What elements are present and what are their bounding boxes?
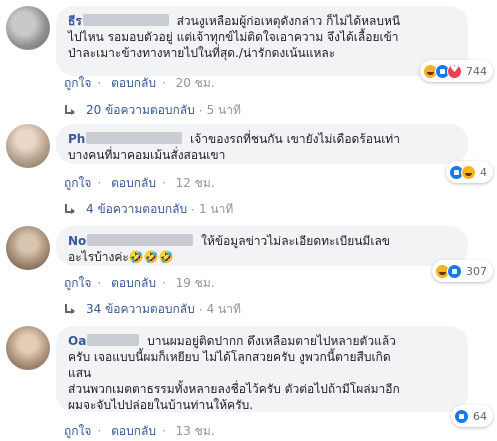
blurred-name [82,14,169,26]
like-reaction-icon [454,408,469,424]
replies-time: 4 นาที [206,302,241,316]
reaction-summary[interactable]: 744 [420,60,493,82]
comment-time[interactable]: 13 ชม. [176,424,215,438]
replies-count[interactable]: 20 ข้อความตอบกลับ [86,101,195,120]
view-replies-link[interactable]: 20 ข้อความตอบกลับ · 5 นาที [64,101,241,120]
comment-text-line: ให้ข้อมูลข่าวไม่ละเอียดทะเบียนมีเลข [201,234,391,248]
view-replies-link[interactable]: 34 ข้อความตอบกลับ · 4 นาที [64,300,241,319]
replies-time: 5 นาที [206,103,241,117]
comment-text-line: ครับ เจอแบบนี้ผมก็เหยียบ ไม่ได้โลกสวยครั… [68,350,391,364]
view-replies-link[interactable]: 4 ข้อความตอบกลับ · 1 นาที [64,200,233,219]
comment-text-line: บานผมอยู่ติดปากก ดึงเหลือมตายไปหลายตัวแล… [147,334,396,348]
comment-bubble: ธีร ส่วนงูเหลือมผู้ก่อเหตุดังกล่าว ก็ไม่… [56,6,468,76]
comments-panel: ธีร ส่วนงูเหลือมผู้ก่อเหตุดังกล่าว ก็ไม่… [0,0,497,441]
comment-actions: ถูกใจ · ตอบกลับ · 19 ชม. [64,276,215,290]
replies-time: 1 นาที [198,202,234,216]
comment-author[interactable]: No [68,234,86,248]
comment-time[interactable]: 19 ชม. [176,276,215,290]
comment-time[interactable]: 20 ชม. [176,76,215,90]
avatar[interactable] [6,124,50,168]
comment-actions: ถูกใจ · ตอบกลับ · 20 ชม. [64,76,215,90]
comment-bubble: No ให้ข้อมูลข่าวไม่ละเอียดทะเบียนมีเลข อ… [56,226,468,266]
like-link[interactable]: ถูกใจ [64,76,91,90]
comment-author[interactable]: ธีร [68,14,82,28]
comment-bubble: Ph เจ้าของรถที่ชนกัน เขายังไม่เดือดร้อนเ… [56,124,468,164]
like-link[interactable]: ถูกใจ [64,276,91,290]
love-reaction-icon [447,63,462,79]
avatar[interactable] [6,226,50,270]
blurred-name [87,234,194,246]
replies-count[interactable]: 34 ข้อความตอบกลับ [86,300,195,319]
comment-text-line: ป่าละเมาะข้างทางหายไปในที่สุด./น่ารักดงเ… [68,46,336,60]
comment-text-line: ผมจะจับไปปล่อยในบ้านท่านให้ครับ. [68,398,254,412]
comment-actions: ถูกใจ · ตอบกลับ · 13 ชม. [64,424,215,438]
reply-link[interactable]: ตอบกลับ [111,276,156,290]
reaction-count: 64 [473,409,487,423]
reply-arrow-icon [64,104,76,117]
reaction-summary[interactable]: 4 [446,161,493,183]
comment-author[interactable]: Oa [68,334,86,348]
blurred-name [86,132,183,144]
reply-arrow-icon [64,303,76,316]
comment-text-line: เจ้าของรถที่ชนกัน เขายังไม่เดือดร้อนเท่า [190,132,400,146]
reaction-count: 744 [466,64,487,78]
comment-time[interactable]: 12 ชม. [176,176,215,190]
comment-text-line: บางคนที่มาคอมเม้นสั่งสอนเขา [68,148,226,162]
comment-text-line: ส่วนงูเหลือมผู้ก่อเหตุดังกล่าว ก็ไม่ได้ห… [176,14,401,28]
comment-actions: ถูกใจ · ตอบกลับ · 12 ชม. [64,176,215,190]
reaction-count: 307 [466,264,487,278]
comment-text-line: ไปไหน รอมอบตัวอยู่ แต่เจ้าทุกข์ไม่ติดใจเ… [68,30,399,44]
reaction-summary[interactable]: 307 [432,260,493,282]
comment-bubble: Oa บานผมอยู่ติดปากก ดึงเหลือมตายไปหลายตั… [56,326,468,412]
comment-text-line: แสน [68,366,92,380]
avatar[interactable] [6,326,50,370]
reaction-count: 4 [480,165,487,179]
like-link[interactable]: ถูกใจ [64,176,91,190]
comment-text-line: อะไรบ้างค่ะ🤣🤣🤣 [68,250,174,264]
comment-text-line: ส่วนพวกเมตตาธรรมทั้งหลายลงชื่อไว้ครับ ตั… [68,382,400,396]
replies-count[interactable]: 4 ข้อความตอบกลับ [86,200,187,219]
like-reaction-icon [447,263,462,279]
reaction-summary[interactable]: 64 [451,405,493,427]
reply-link[interactable]: ตอบกลับ [111,76,156,90]
comment-author[interactable]: Ph [68,132,85,146]
like-link[interactable]: ถูกใจ [64,424,91,438]
reply-link[interactable]: ตอบกลับ [111,176,156,190]
avatar[interactable] [6,6,50,50]
haha-reaction-icon [461,164,476,180]
blurred-name [87,334,140,346]
reply-arrow-icon [64,203,76,216]
reply-link[interactable]: ตอบกลับ [111,424,156,438]
